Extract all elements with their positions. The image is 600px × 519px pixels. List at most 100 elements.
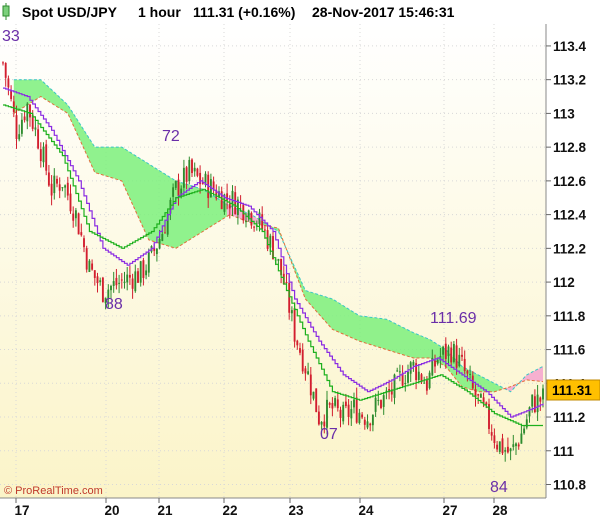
candle-body [525,419,528,428]
y-tick-label: 113.4 [553,39,587,54]
candle-body [369,423,372,426]
annotation-88: 88 [105,296,123,313]
candle-body [185,167,188,182]
candle-body [366,421,369,428]
candle-body [142,260,145,278]
y-tick-label: 112.4 [553,208,587,223]
candle-body [542,388,544,400]
candle-body [355,397,358,423]
candle-body [334,398,337,406]
candle-body [506,446,509,453]
candle-body [91,263,94,270]
y-tick-label: 112.6 [553,174,587,189]
candle-body [139,261,142,283]
candle-body [15,115,18,140]
candle-body [523,428,526,434]
x-tick-label: 21 [157,503,173,518]
candle-body [234,192,237,215]
candle-body [182,167,185,188]
x-tick-label: 27 [442,503,457,518]
candle-body [515,443,517,447]
candle-body [131,278,134,289]
candle-body [336,399,339,409]
candle-body [290,310,293,314]
candle-body [137,271,139,283]
candle-body [536,394,539,413]
annotation-07: 07 [320,426,338,443]
candle-body [293,308,296,342]
candle-body [50,183,53,196]
candle-body [477,394,480,396]
candle-body [328,403,331,405]
candle-body [174,181,177,188]
candle-body [20,119,23,134]
annotation-84: 84 [490,479,508,496]
x-tick-label: 24 [358,503,374,518]
candle-body [320,421,323,425]
x-tick-label: 28 [492,503,508,518]
y-tick-label: 112.2 [553,241,586,256]
candle-body [463,358,466,371]
candle-body [469,373,472,375]
candle-body [458,354,461,367]
candle-body [42,146,45,163]
candle-body [110,285,112,291]
candle-body [307,371,310,375]
plot-area [0,24,546,498]
candle-body [450,347,453,363]
candle-body [66,182,69,196]
candle-body [134,271,137,292]
candle-body [61,187,64,189]
candle-body [263,229,266,231]
header-datetime: 28-Nov-2017 15:46:31 [312,4,455,20]
candle-body [126,274,129,283]
candle-body [12,101,15,113]
header-timeframe: 1 hour [138,4,181,20]
candle-body [74,210,77,219]
candle-body [442,346,445,355]
candle-body [53,175,56,194]
candle-body [447,346,450,357]
candle-body [88,260,91,273]
candle-body [177,179,180,196]
candle-body [504,450,507,452]
candle-body [517,444,520,447]
candle-body [37,129,40,149]
header-symbol: Spot USD/JPY [22,4,118,20]
candle-body [85,248,88,270]
candle-body [466,370,469,374]
candle-body [285,281,288,283]
candle-body [533,396,536,413]
candle-body [128,274,131,278]
x-tick-label: 22 [222,503,237,518]
y-tick-label: 111.6 [553,343,586,358]
candle-body [304,368,307,374]
candle-body [155,248,158,255]
annotation-33: 33 [2,28,20,45]
candle-body [301,349,304,372]
y-tick-label: 113.2 [553,73,586,88]
candle-body [512,444,515,447]
candle-body [161,234,164,241]
candle-body [528,407,531,417]
x-tick-label: 17 [14,503,29,518]
y-axis-panel [547,24,600,498]
candle-body [147,252,150,273]
candle-body [93,270,96,278]
candle-body [498,441,501,452]
candle-body [80,232,83,236]
candle-body [326,399,328,428]
candle-body [423,382,426,384]
candle-body [56,178,58,184]
candle-body [193,167,196,172]
chart-svg: Spot USD/JPY 1 hour 111.31 (+0.16%) 28-N… [0,0,600,519]
candle-body [72,213,75,221]
x-tick-label: 23 [288,503,304,518]
annotation-111-69: 111.69 [430,310,477,327]
candle-body [382,395,385,407]
candle-body [253,226,256,228]
candle-body [490,432,493,436]
candle-body [47,172,50,186]
y-tick-label: 111.8 [553,309,586,324]
candle-body [288,282,291,313]
